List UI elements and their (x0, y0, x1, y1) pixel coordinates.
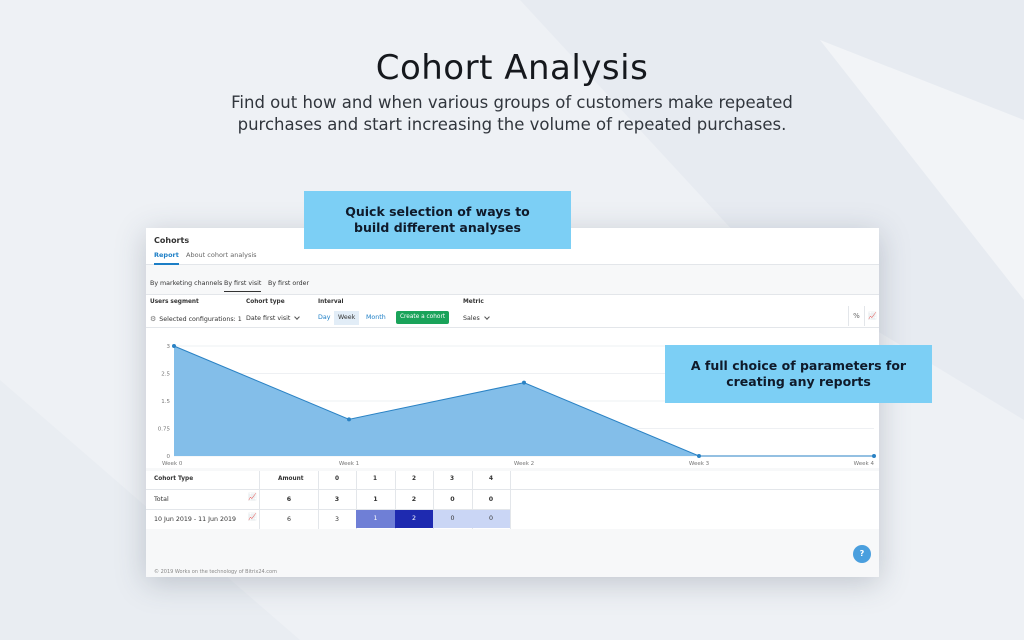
table-cell-amount: 6 (286, 496, 292, 503)
callout-quick-selection: Quick selection of ways to build differe… (304, 191, 571, 249)
table-cell: 2 (411, 496, 417, 503)
data-point (522, 380, 526, 385)
cohort-table: Cohort Type Amount 0 1 2 3 4 Total 📈 6 3… (146, 471, 879, 529)
metric-label: Metric (463, 299, 484, 305)
data-point (872, 454, 876, 458)
column-header-1: 1 (373, 476, 378, 482)
column-header-0: 0 (335, 476, 340, 482)
help-button[interactable]: ? (853, 545, 871, 563)
y-tick-label: 0 (167, 454, 171, 460)
callout-parameters: A full choice of parameters for creating… (665, 345, 932, 403)
footer-copyright: © 2019 Works on the technology of Bitrix… (154, 569, 277, 575)
table-row-label: Total (154, 496, 169, 503)
column-header-amount: Amount (278, 476, 304, 482)
column-header-cohort-type: Cohort Type (154, 476, 194, 482)
page-subtitle: Find out how and when various groups of … (231, 93, 793, 134)
heatmap-cell: 2 (395, 510, 433, 528)
table-cell: 0 (488, 496, 494, 503)
report-subtabs: By marketing channels By first visit By … (146, 274, 879, 294)
gear-icon: ⚙ (150, 315, 157, 323)
app-title: Cohorts (154, 236, 190, 245)
subtab-by-first-visit[interactable]: By first visit (224, 280, 262, 292)
chart-view-button[interactable]: 📈 (864, 306, 880, 326)
data-point (697, 454, 701, 458)
subtab-by-marketing-channels[interactable]: By marketing channels (150, 280, 222, 287)
table-row-label: 10 Jun 2019 - 11 Jun 2019 (154, 516, 237, 523)
interval-week[interactable]: Week (334, 311, 360, 325)
cohort-type-select[interactable]: Date first visit (246, 314, 301, 322)
table-cell: 1 (373, 496, 378, 503)
table-cell: 3 (334, 496, 340, 503)
users-segment-select[interactable]: ⚙ Selected configurations: 1 (150, 315, 242, 323)
callout-parameters-text: A full choice of parameters for creating… (690, 358, 907, 389)
interval-label: Interval (318, 299, 344, 305)
y-tick-label: 2.5 (161, 372, 170, 378)
interval-month[interactable]: Month (362, 311, 390, 325)
create-cohort-button[interactable]: Create a cohort (396, 311, 450, 324)
row-chart-icon[interactable]: 📈 (248, 493, 257, 501)
heatmap-cell: 1 (356, 510, 395, 528)
y-tick-label: 0.75 (158, 427, 171, 433)
table-cell: 0 (450, 496, 455, 503)
filter-bar: Users segment ⚙ Selected configurations:… (146, 294, 879, 328)
column-header-3: 3 (450, 476, 455, 482)
tab-report[interactable]: Report (154, 251, 179, 265)
chevron-down-icon (483, 314, 490, 320)
data-point (347, 417, 351, 422)
table-cell: 3 (334, 516, 339, 523)
chart-icon: 📈 (868, 312, 877, 320)
metric-select[interactable]: Sales (463, 314, 490, 322)
x-tick-label: Week 2 (514, 461, 534, 467)
x-tick-label: Week 3 (689, 461, 710, 467)
table-cell-amount: 6 (286, 516, 291, 523)
x-tick-label: Week 1 (339, 461, 359, 467)
cohort-type-value: Date first visit (246, 315, 291, 322)
interval-day[interactable]: Day (314, 311, 334, 325)
column-header-2: 2 (412, 476, 417, 482)
cohort-type-label: Cohort type (246, 299, 285, 305)
y-tick-label: 3 (167, 344, 171, 350)
column-header-4: 4 (489, 476, 494, 482)
percent-toggle-button[interactable]: % (848, 306, 864, 326)
subtab-by-first-order[interactable]: By first order (268, 280, 309, 287)
tab-about-cohort-analysis[interactable]: About cohort analysis (186, 251, 257, 259)
page-title: Cohort Analysis (375, 48, 649, 88)
y-tick-label: 1.5 (161, 399, 170, 405)
metric-value: Sales (463, 315, 480, 322)
x-tick-label: Week 0 (162, 461, 183, 467)
chevron-down-icon (294, 314, 301, 320)
x-tick-label: Week 4 (854, 461, 875, 467)
row-chart-icon[interactable]: 📈 (248, 513, 257, 521)
heatmap-cell: 0 (472, 510, 510, 528)
heatmap-cell: 0 (433, 510, 472, 528)
users-segment-label: Users segment (150, 299, 199, 305)
data-point (172, 344, 176, 348)
users-segment-value: Selected configurations: 1 (159, 315, 242, 323)
callout-quick-selection-text: Quick selection of ways to build differe… (345, 204, 530, 235)
